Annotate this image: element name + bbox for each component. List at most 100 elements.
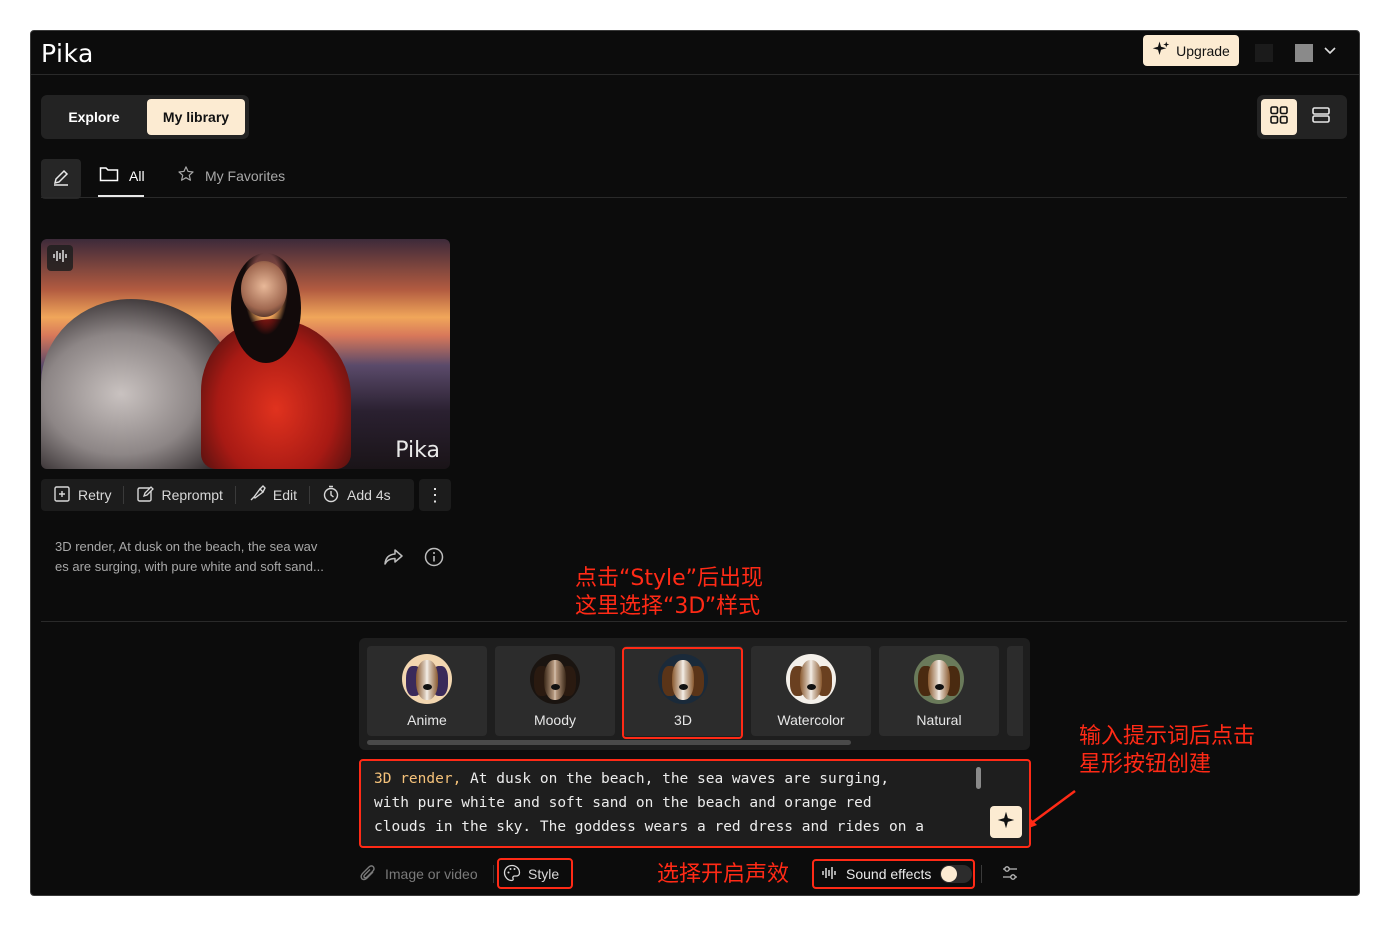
- reprompt-button[interactable]: Reprompt: [124, 479, 234, 511]
- chevron-down-icon[interactable]: [1323, 43, 1337, 60]
- layout-toggle: [1257, 95, 1347, 139]
- list-icon: [1311, 105, 1331, 130]
- add-time-label: Add 4s: [347, 487, 391, 503]
- sound-effects-label: Sound effects: [846, 866, 932, 882]
- style-scrollbar[interactable]: [367, 740, 851, 745]
- sparkle-icon: [997, 811, 1015, 834]
- kebab-icon: ⋮: [426, 484, 444, 505]
- style-label: Natural: [916, 712, 962, 728]
- style-option-partial[interactable]: [1007, 646, 1023, 736]
- annotation-line: 点击“Style”后出现: [575, 566, 764, 591]
- style-option-anime[interactable]: Anime: [367, 646, 487, 736]
- style-label: Anime: [407, 712, 447, 728]
- toggle-knob: [941, 866, 958, 882]
- prompt-text[interactable]: 3D render, At dusk on the beach, the sea…: [374, 767, 970, 839]
- grid-view-button[interactable]: [1261, 99, 1297, 135]
- moody-dog-thumbnail: [530, 654, 580, 704]
- watercolor-dog-thumbnail: [786, 654, 836, 704]
- prompt-style-tag: 3D render,: [374, 771, 462, 787]
- account-color-swatch[interactable]: [1295, 44, 1313, 62]
- new-creation-button[interactable]: [41, 159, 81, 199]
- style-label: 3D: [674, 712, 692, 728]
- annotation-line: 这里选择“3D”样式: [575, 594, 761, 619]
- paperclip-icon: [359, 864, 377, 885]
- video-prompt-line: 3D render, At dusk on the beach, the sea…: [55, 539, 318, 554]
- style-label: Moody: [533, 712, 577, 728]
- tab-my-favorites[interactable]: My Favorites: [177, 165, 285, 186]
- folder-icon: [99, 165, 119, 186]
- pencil-icon: [51, 167, 71, 192]
- divider: [493, 865, 494, 883]
- annotation-line: 输入提示词后点击: [1079, 724, 1256, 749]
- generation-settings-button[interactable]: [1001, 861, 1019, 887]
- prompt-line: with pure white and soft sand on the bea…: [374, 795, 872, 811]
- star-icon: [177, 165, 195, 186]
- sound-effects-badge: [47, 245, 73, 271]
- edit-prompt-icon: [136, 485, 155, 506]
- edit-label: Edit: [272, 487, 298, 503]
- list-view-button[interactable]: [1303, 99, 1339, 135]
- tab-favorites-label: My Favorites: [205, 167, 286, 184]
- prompt-line: clouds in the sky. The goddess wears a r…: [374, 819, 924, 835]
- video-prompt-text: 3D render, At dusk on the beach, the sea…: [55, 537, 355, 577]
- divider: [41, 197, 1347, 198]
- more-options-button[interactable]: ⋮: [419, 479, 451, 511]
- sparkle-icon: [1152, 40, 1170, 61]
- style-option-3d[interactable]: 3D: [623, 646, 743, 736]
- brush-icon: [248, 484, 266, 506]
- annotation-sound-hint: 选择开启声效: [657, 862, 790, 887]
- video-prompt-line: es are surging, with pure white and soft…: [55, 559, 324, 574]
- 3d-dog-thumbnail: [658, 654, 708, 704]
- prompt-input[interactable]: 3D render, At dusk on the beach, the sea…: [359, 759, 1030, 847]
- style-option-natural[interactable]: Natural: [879, 646, 999, 736]
- sound-wave-icon: [52, 248, 68, 269]
- style-picker-panel: Anime Moody 3D Watercolor Natural: [359, 638, 1030, 750]
- video-action-bar: Retry Reprompt Edit Add 4s: [41, 479, 414, 511]
- timer-icon: [322, 485, 340, 506]
- create-button[interactable]: [990, 806, 1022, 838]
- retry-icon: [53, 485, 71, 506]
- tab-explore[interactable]: Explore: [45, 99, 143, 135]
- sound-effects-control[interactable]: Sound effects: [821, 861, 973, 887]
- style-option-watercolor[interactable]: Watercolor: [751, 646, 871, 736]
- info-icon[interactable]: [424, 547, 444, 572]
- attach-media-button[interactable]: Image or video: [359, 861, 478, 887]
- grid-icon: [1269, 105, 1289, 130]
- upgrade-label: Upgrade: [1176, 42, 1230, 59]
- tab-my-library[interactable]: My library: [147, 99, 245, 135]
- share-icon[interactable]: [383, 547, 405, 572]
- view-switcher: Explore My library: [41, 95, 249, 139]
- app-window: Pika Upgrade Explore My library All My F…: [30, 30, 1360, 896]
- reprompt-label: Reprompt: [161, 487, 223, 503]
- tab-all[interactable]: All: [99, 165, 145, 186]
- sound-wave-icon: [821, 865, 837, 884]
- style-button[interactable]: Style: [503, 861, 559, 887]
- style-option-moody[interactable]: Moody: [495, 646, 615, 736]
- annotation-style-hint: 点击“Style”后出现 这里选择“3D”样式: [575, 565, 763, 621]
- video-thumbnail[interactable]: Pika: [41, 239, 450, 469]
- annotation-create-hint: 输入提示词后点击 星形按钮创建: [1079, 723, 1255, 779]
- prompt-line: At dusk on the beach, the sea waves are …: [461, 771, 890, 787]
- pika-watermark: Pika: [395, 438, 440, 463]
- retry-button[interactable]: Retry: [41, 479, 123, 511]
- retry-label: Retry: [78, 487, 112, 503]
- pika-logo[interactable]: Pika: [41, 39, 94, 68]
- top-bar: Pika Upgrade: [31, 31, 1359, 75]
- upgrade-button[interactable]: Upgrade: [1143, 35, 1239, 66]
- tab-all-label: All: [129, 167, 145, 184]
- sliders-icon: [1001, 864, 1019, 885]
- account-avatar[interactable]: [1255, 44, 1273, 62]
- add-time-button[interactable]: Add 4s: [310, 479, 403, 511]
- thumbnail-face: [241, 261, 287, 317]
- edit-button[interactable]: Edit: [236, 479, 309, 511]
- sound-effects-toggle[interactable]: [940, 865, 973, 883]
- style-button-label: Style: [528, 866, 560, 882]
- divider: [981, 865, 982, 883]
- palette-icon: [503, 864, 521, 885]
- prompt-scrollbar[interactable]: [976, 767, 981, 789]
- natural-dog-thumbnail: [914, 654, 964, 704]
- style-label: Watercolor: [777, 712, 845, 728]
- anime-dog-thumbnail: [402, 654, 452, 704]
- attach-label: Image or video: [385, 866, 478, 882]
- annotation-line: 星形按钮创建: [1079, 752, 1212, 777]
